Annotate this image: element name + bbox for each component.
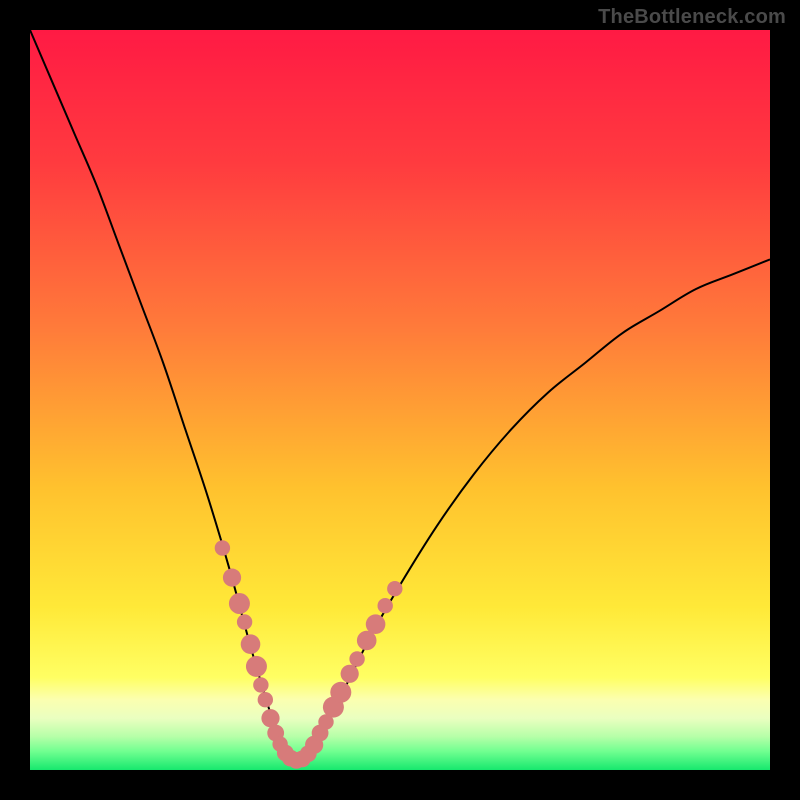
watermark-text: TheBottleneck.com	[598, 6, 786, 29]
marker-point	[237, 614, 252, 629]
marker-point	[349, 651, 364, 666]
bottleneck-curve	[30, 30, 770, 764]
marker-point	[246, 656, 267, 677]
marker-point	[261, 709, 279, 727]
marker-point	[330, 682, 351, 703]
chart-frame: TheBottleneck.com	[0, 0, 800, 800]
marker-point	[366, 614, 386, 634]
marker-point	[253, 677, 268, 692]
marker-group	[215, 540, 403, 768]
marker-point	[378, 598, 393, 613]
plot-area	[30, 30, 770, 770]
marker-point	[241, 634, 261, 654]
curve-layer	[30, 30, 770, 770]
marker-point	[223, 569, 241, 587]
marker-point	[341, 665, 359, 683]
marker-point	[215, 540, 230, 555]
marker-point	[229, 593, 250, 614]
marker-point	[258, 692, 273, 707]
marker-point	[387, 581, 402, 596]
